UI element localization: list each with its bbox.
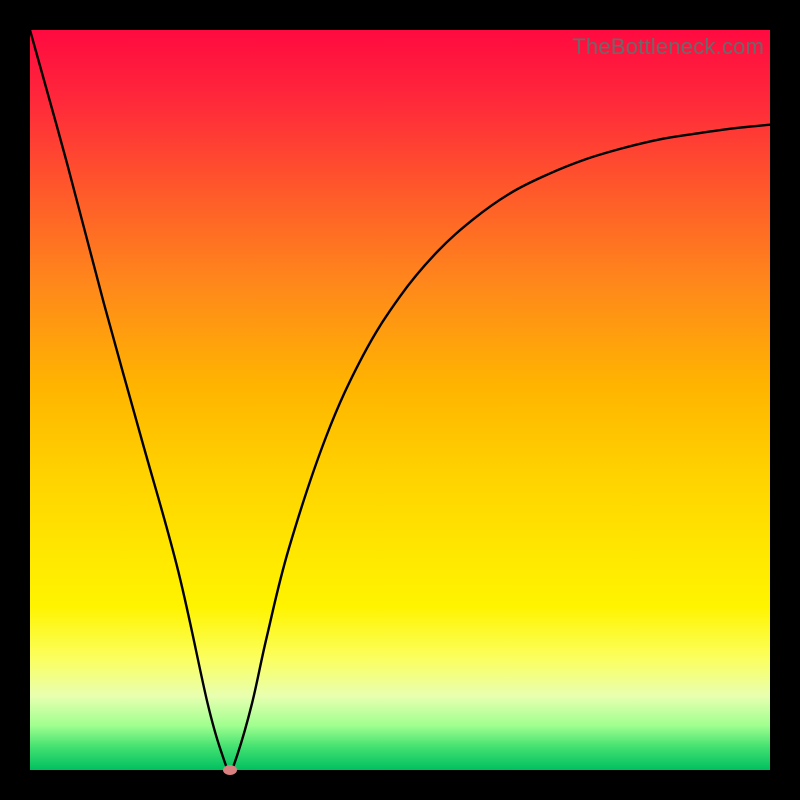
plot-area: TheBottleneck.com xyxy=(30,30,770,770)
chart-frame: TheBottleneck.com xyxy=(0,0,800,800)
bottleneck-curve xyxy=(30,30,770,770)
minimum-marker xyxy=(223,765,237,775)
